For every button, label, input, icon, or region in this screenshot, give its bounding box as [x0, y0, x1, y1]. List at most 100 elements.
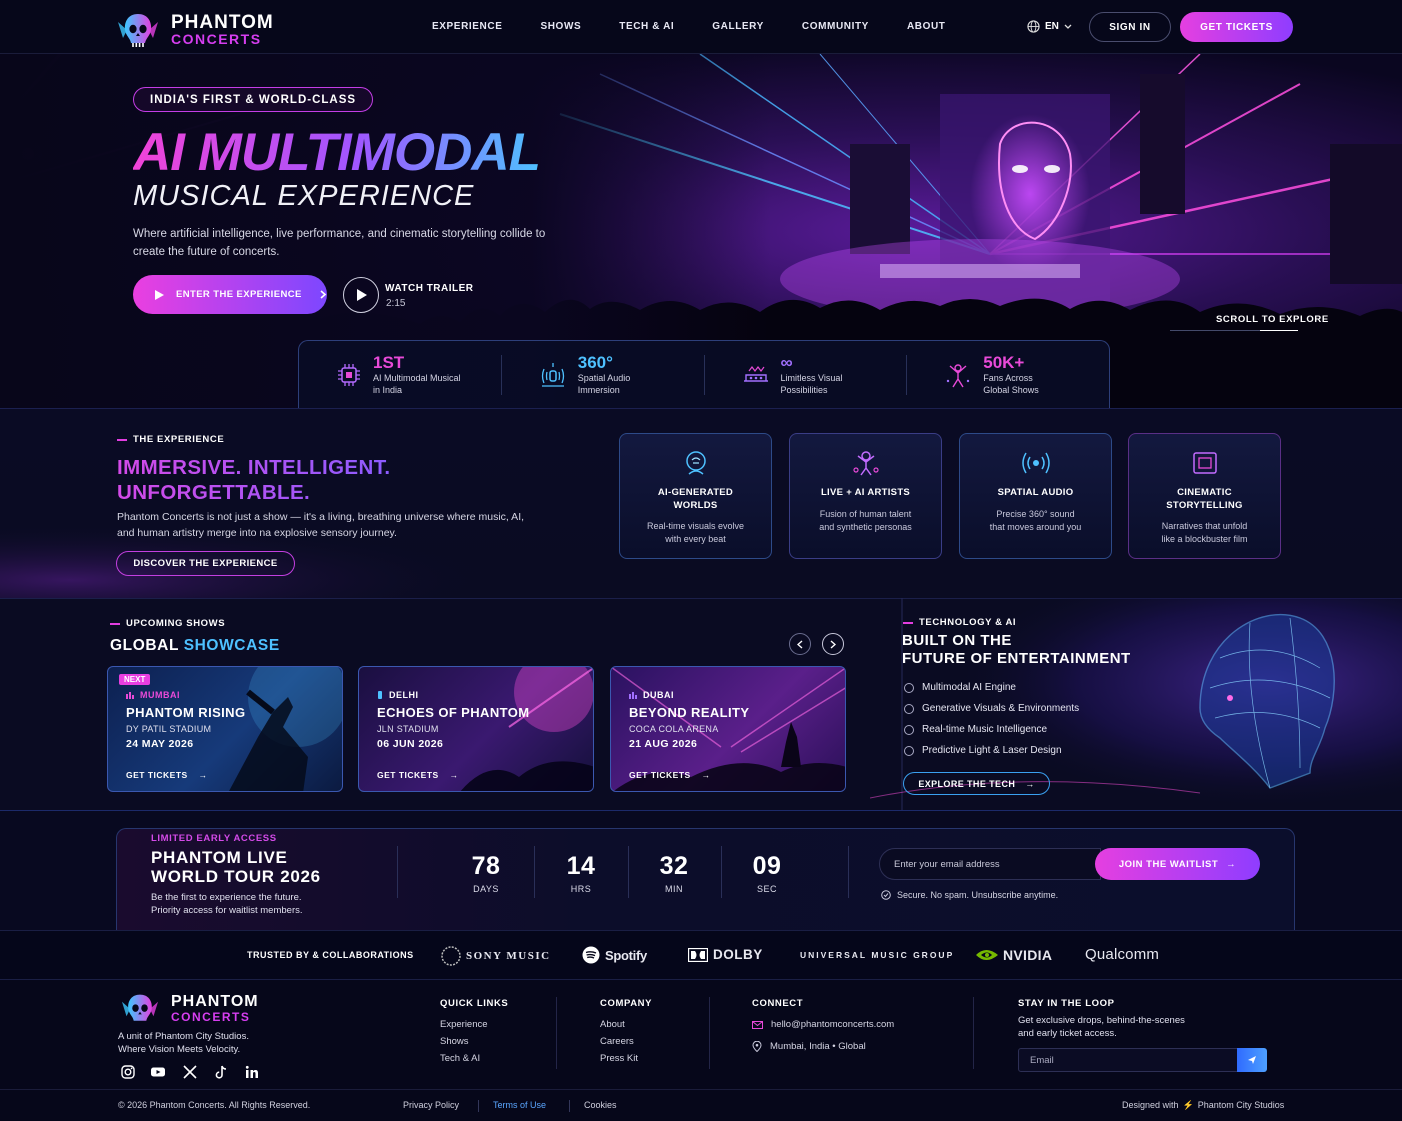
- play-circle-icon: [356, 289, 367, 301]
- designed-by-studio[interactable]: Phantom City Studios: [1198, 1100, 1285, 1111]
- show-get-tickets-link[interactable]: GET TICKETS →: [629, 770, 711, 780]
- feature-title: LIVE + AI ARTISTS: [820, 487, 911, 498]
- shows-heading: GLOBAL SHOWCASE: [110, 637, 280, 655]
- countdown-seconds-value: 09: [752, 852, 782, 880]
- waitlist-email-input[interactable]: Enter your email address: [879, 848, 1101, 880]
- feature-card-ai-worlds[interactable]: AI-GENERATED WORLDS Real-time visuals ev…: [619, 433, 772, 559]
- nav-link-about[interactable]: ABOUT: [907, 21, 946, 32]
- feature-description: that moves around you: [989, 521, 1082, 532]
- show-card[interactable]: NEXT MUMBAI PHANTOM RISING DY PATIL STAD…: [107, 666, 343, 792]
- arrow-right-icon: →: [198, 770, 208, 780]
- tech-list-item: Multimodal AI Engine: [904, 682, 1016, 693]
- tiktok-icon[interactable]: [213, 1064, 229, 1080]
- send-icon: [1248, 1056, 1256, 1064]
- join-waitlist-label: JOIN THE WAITLIST: [1118, 858, 1219, 870]
- footer-link-experience[interactable]: Experience: [440, 1019, 488, 1030]
- next-badge: NEXT: [119, 674, 151, 685]
- arrow-right-icon: →: [449, 770, 459, 780]
- footer-link-tech-ai[interactable]: Tech & AI: [440, 1053, 480, 1064]
- waitlist-description-line: Priority access for waitlist members.: [151, 905, 303, 916]
- footer-link-careers[interactable]: Careers: [600, 1036, 634, 1047]
- privacy-policy-link[interactable]: Privacy Policy: [403, 1100, 459, 1110]
- footer-link-shows[interactable]: Shows: [440, 1036, 469, 1047]
- company-title: COMPANY: [600, 998, 653, 1009]
- stat-spatial: 360° Spatial Audio Immersion: [502, 353, 705, 395]
- universal-music-group-logo: UNIVERSAL MUSIC GROUP: [800, 950, 954, 960]
- nav-link-gallery[interactable]: GALLERY: [712, 21, 764, 32]
- show-date: 21 AUG 2026: [629, 738, 698, 750]
- spotify-logo: Spotify: [582, 946, 647, 964]
- explore-tech-button[interactable]: EXPLORE THE TECH →: [903, 772, 1050, 795]
- hero-section: INDIA'S FIRST & WORLD-CLASS AI MULTIMODA…: [0, 54, 1402, 408]
- brand-logo[interactable]: PHANTOM CONCERTS: [113, 10, 274, 50]
- stat-first: 1ST AI Multimodal Musical in India: [299, 353, 502, 395]
- footer-email: hello@phantomconcerts.com: [771, 1019, 895, 1030]
- sign-in-button[interactable]: SIGN IN: [1089, 12, 1171, 42]
- footer-link-press-kit[interactable]: Press Kit: [600, 1053, 638, 1064]
- watch-trailer-button[interactable]: [343, 277, 379, 313]
- language-selector[interactable]: EN: [1027, 20, 1072, 33]
- countdown-days-unit: DAYS: [473, 884, 499, 894]
- countdown-hours-value: 14: [566, 852, 596, 880]
- nav-links: EXPERIENCE SHOWS TECH & AI GALLERY COMMU…: [432, 21, 984, 32]
- footer-email-link[interactable]: hello@phantomconcerts.com: [752, 1019, 894, 1030]
- sony-music-emblem-icon: [441, 946, 461, 966]
- show-card[interactable]: DUBAI BEYOND REALITY COCA COLA ARENA 21 …: [610, 666, 846, 792]
- x-twitter-icon[interactable]: [182, 1064, 198, 1080]
- feature-card-live-ai-artists[interactable]: LIVE + AI ARTISTS Fusion of human talent…: [789, 433, 942, 559]
- get-tickets-button[interactable]: GET TICKETS: [1180, 12, 1293, 42]
- fans-icon: [947, 363, 970, 387]
- waitlist-heading-line: WORLD TOUR 2026: [151, 867, 321, 886]
- scroll-progress: [1260, 330, 1298, 331]
- experience-description: Phantom Concerts is not just a show — it…: [117, 511, 525, 539]
- show-get-tickets-link[interactable]: GET TICKETS →: [126, 770, 208, 780]
- instagram-icon[interactable]: [120, 1064, 136, 1080]
- stat-label: in India: [373, 385, 403, 395]
- nav-link-experience[interactable]: EXPERIENCE: [432, 21, 502, 32]
- feature-description: Narratives that unfold: [1161, 521, 1248, 531]
- feature-card-spatial-audio[interactable]: SPATIAL AUDIO Precise 360° sound that mo…: [959, 433, 1112, 559]
- scroll-to-explore[interactable]: SCROLL TO EXPLORE: [1216, 314, 1329, 325]
- footer-link-about[interactable]: About: [600, 1019, 625, 1030]
- stat-fans: 50K+ Fans Across Global Shows: [907, 353, 1109, 395]
- language-label: EN: [1045, 21, 1059, 32]
- feature-title: SPATIAL AUDIO: [997, 487, 1074, 498]
- divider: [478, 1100, 479, 1112]
- tech-list-label: Predictive Light & Laser Design: [922, 745, 1062, 756]
- waitlist-eyebrow: LIMITED EARLY ACCESS: [151, 833, 277, 844]
- divider: [709, 997, 710, 1069]
- youtube-icon[interactable]: [150, 1064, 166, 1080]
- newsletter-submit-button[interactable]: [1237, 1048, 1267, 1072]
- hero-badge: INDIA'S FIRST & WORLD-CLASS: [133, 87, 374, 112]
- shows-next-button[interactable]: [822, 633, 844, 655]
- show-venue: JLN STADIUM: [377, 724, 439, 734]
- show-city: MUMBAI: [126, 690, 180, 700]
- mail-icon: [752, 1020, 763, 1029]
- show-get-tickets-link[interactable]: GET TICKETS →: [377, 770, 459, 780]
- cookies-link[interactable]: Cookies: [584, 1100, 617, 1110]
- show-city: DUBAI: [629, 690, 674, 700]
- join-waitlist-button[interactable]: JOIN THE WAITLIST →: [1095, 848, 1260, 880]
- shield-check-icon: [881, 890, 891, 900]
- newsletter-email-input[interactable]: Email: [1018, 1048, 1238, 1072]
- nav-link-shows[interactable]: SHOWS: [540, 21, 581, 32]
- feature-card-cinematic-storytelling[interactable]: CINEMATIC STORYTELLING Narratives that u…: [1128, 433, 1281, 559]
- stat-label: Global Shows: [983, 385, 1039, 395]
- brand-label: DOLBY: [713, 947, 763, 962]
- tech-list-item: Predictive Light & Laser Design: [904, 745, 1062, 756]
- linkedin-icon[interactable]: [244, 1064, 260, 1080]
- bullet-icon: [904, 745, 914, 756]
- nav-link-tech-ai[interactable]: TECH & AI: [619, 21, 674, 32]
- footer-brand-logo[interactable]: PHANTOM CONCERTS: [117, 991, 259, 1027]
- feature-description: Fusion of human talent: [819, 508, 912, 519]
- stat-value: 360°: [577, 353, 613, 372]
- show-venue: COCA COLA ARENA: [629, 724, 719, 734]
- nav-link-community[interactable]: COMMUNITY: [802, 21, 869, 32]
- discover-experience-button[interactable]: DISCOVER THE EXPERIENCE: [116, 551, 295, 576]
- enter-experience-button[interactable]: ENTER THE EXPERIENCE: [133, 275, 327, 314]
- nvidia-logo: NVIDIA: [976, 947, 1052, 963]
- watch-trailer-label[interactable]: WATCH TRAILER: [385, 283, 474, 294]
- terms-of-use-link[interactable]: Terms of Use: [493, 1100, 546, 1110]
- show-card[interactable]: DELHI ECHOES OF PHANTOM JLN STADIUM 06 J…: [358, 666, 594, 792]
- shows-prev-button[interactable]: [789, 633, 811, 655]
